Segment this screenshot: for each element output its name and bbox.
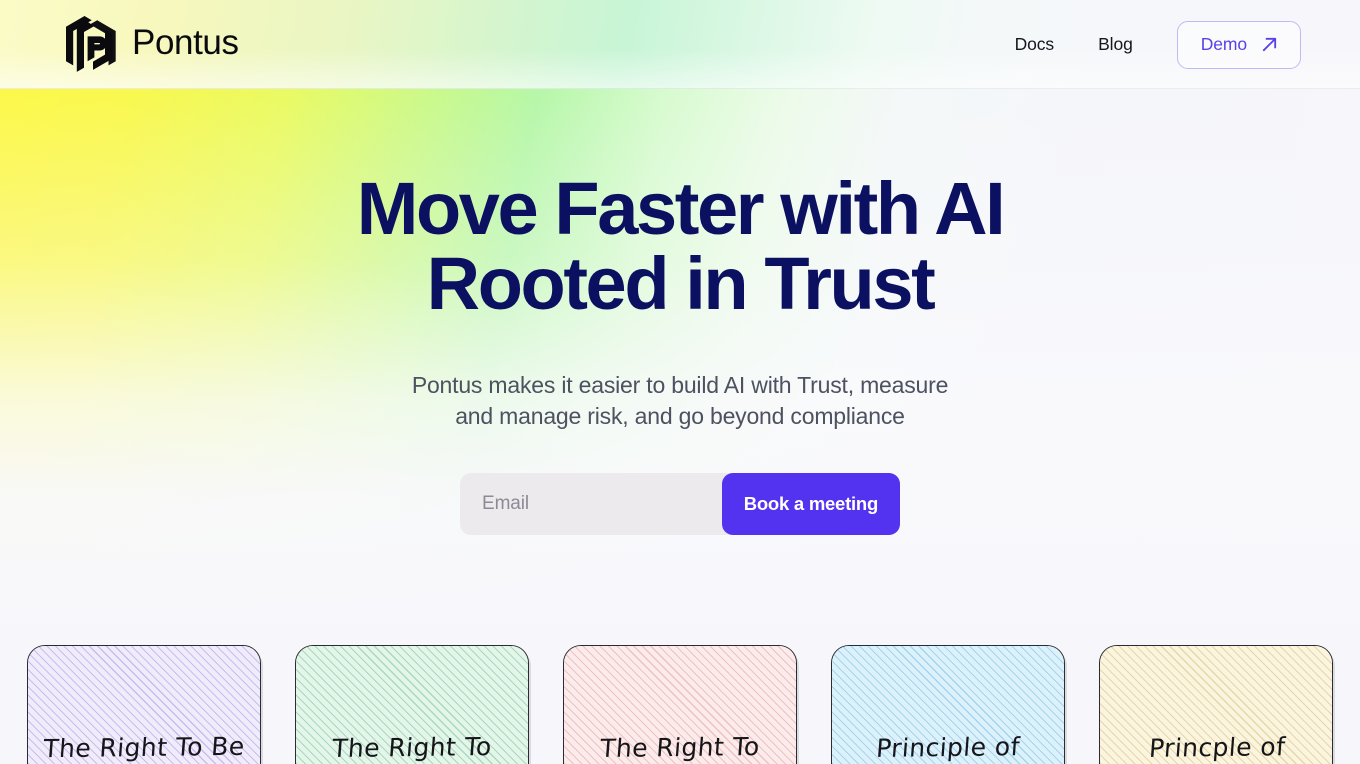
header-divider [0, 88, 1360, 89]
main-nav: Docs Blog Demo [1003, 0, 1301, 89]
page-subtitle: Pontus makes it easier to build AI with … [0, 370, 1360, 433]
subhead-line-1: Pontus makes it easier to build AI with … [411, 371, 949, 398]
book-a-meeting-button[interactable]: Book a meeting [721, 472, 900, 535]
card-title: The Right To [599, 732, 761, 763]
brand-logo[interactable]: Pontus [62, 11, 239, 77]
card-title: The Right To [331, 732, 493, 763]
headline-line-2: Rooted in Trust [426, 242, 936, 326]
nav-link-docs[interactable]: Docs [1003, 26, 1066, 63]
page-root: Pontus Docs Blog Demo Move Faster with A… [0, 0, 1360, 764]
principle-cards-row: The Right To Be The Right To The Right T… [0, 645, 1360, 764]
brand-name: Pontus [132, 23, 239, 62]
card-title: Principle of [875, 732, 1021, 763]
card-title: The Right To Be [42, 731, 246, 764]
page-title: Move Faster with AI Rooted in Trust [0, 171, 1360, 322]
hero-section: Move Faster with AI Rooted in Trust Pont… [0, 89, 1360, 624]
nav-link-blog[interactable]: Blog [1086, 26, 1145, 63]
card-right-to[interactable]: The Right To [295, 645, 529, 764]
arrow-up-right-icon [1262, 37, 1277, 52]
card-title: Princple of Least [1148, 732, 1287, 763]
card-principle-of[interactable]: Principle of [831, 645, 1065, 764]
demo-button[interactable]: Demo [1176, 20, 1301, 69]
subhead-line-2: and manage risk, and go beyond complianc… [455, 403, 905, 430]
site-header: Pontus Docs Blog Demo [0, 0, 1360, 89]
demo-button-label: Demo [1200, 34, 1247, 54]
pontus-hexagon-logo-icon [66, 16, 116, 72]
card-right-to-be[interactable]: The Right To Be [27, 645, 261, 764]
card-principle-of-least[interactable]: Princple of Least [1099, 645, 1333, 764]
headline-line-1: Move Faster with AI [356, 167, 1006, 250]
signup-form: Book a meeting [460, 472, 900, 535]
card-right-to-2[interactable]: The Right To [563, 645, 797, 764]
